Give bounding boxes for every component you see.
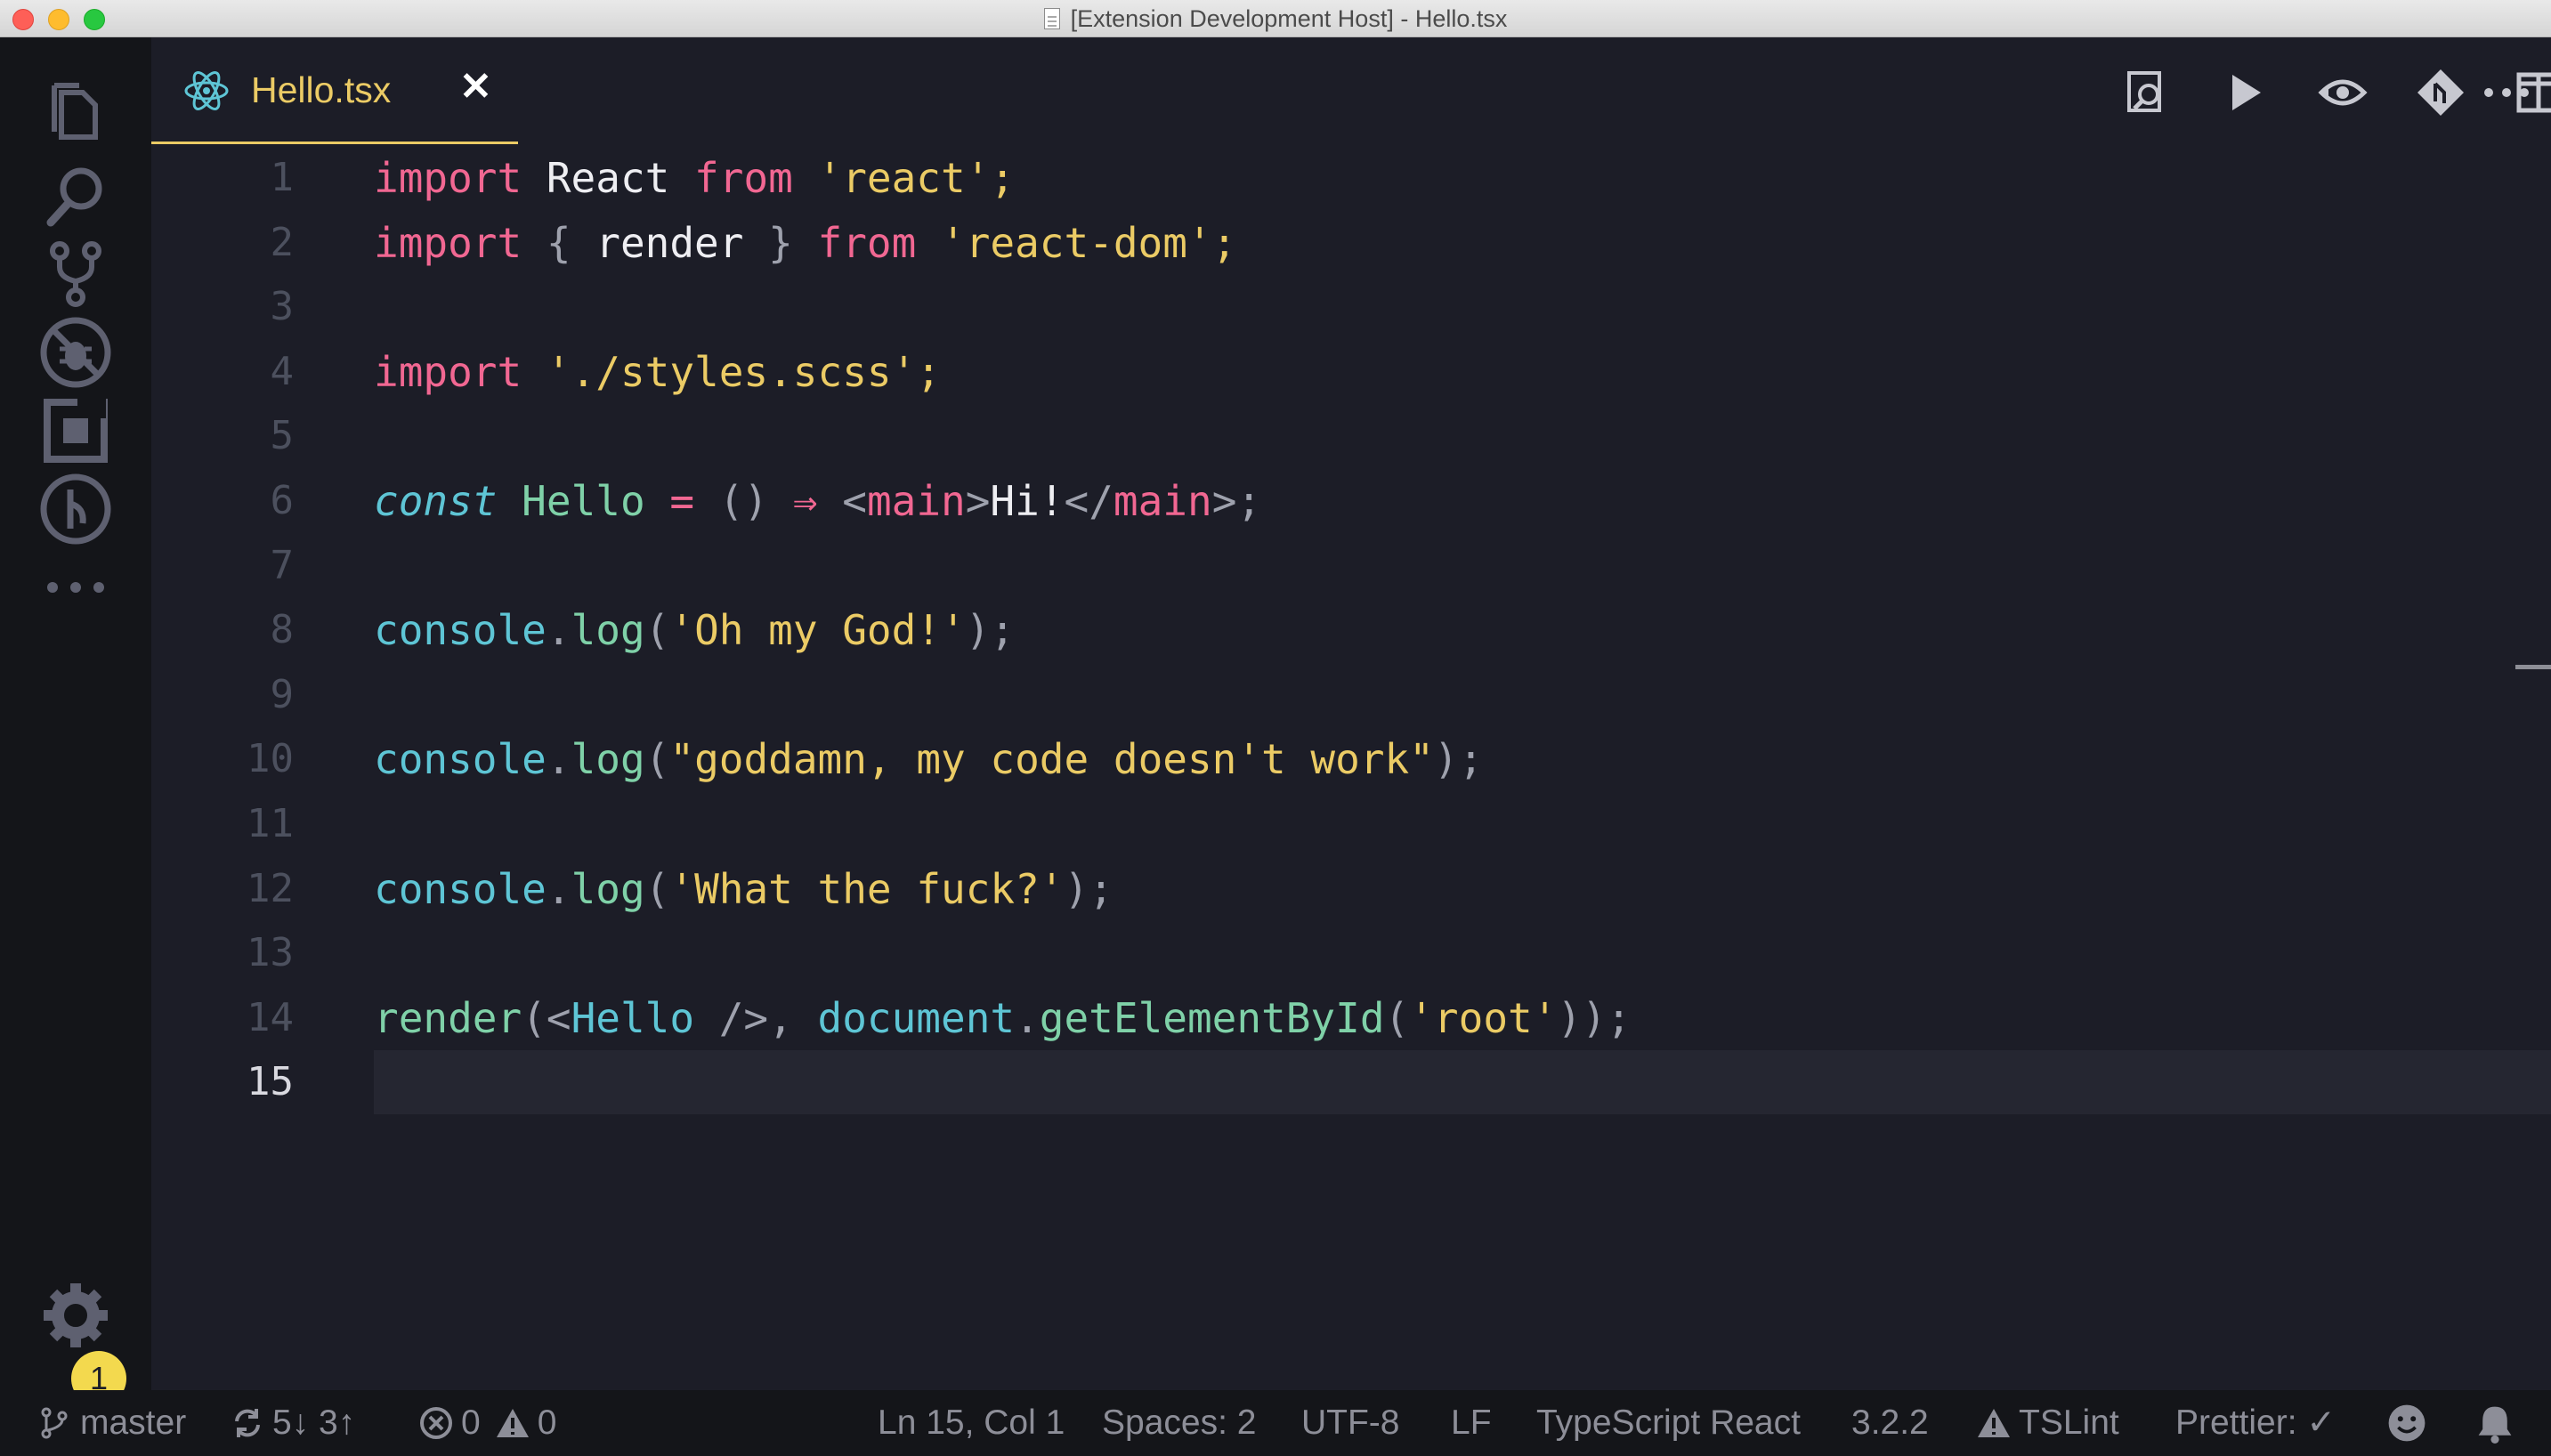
linter-label: TSLint: [2019, 1403, 2119, 1442]
line-number: 5: [270, 413, 295, 459]
language-mode[interactable]: TypeScript React: [1536, 1390, 1801, 1456]
line-number: 1: [270, 155, 295, 200]
more-icon[interactable]: [29, 541, 122, 634]
tab-bar: Hello.tsx ✕: [151, 37, 2551, 146]
more-actions-icon[interactable]: [2476, 62, 2537, 123]
error-icon: [420, 1407, 452, 1439]
branch-indicator[interactable]: master: [37, 1390, 186, 1456]
line-number: 11: [247, 801, 294, 846]
sync-icon: [235, 1409, 260, 1437]
open-changes-icon[interactable]: [2312, 62, 2373, 123]
line-number: 8: [270, 607, 295, 653]
branch-name: master: [80, 1403, 187, 1442]
code-line-1: import React from 'react';: [374, 154, 1016, 202]
problems-indicator[interactable]: 0 0: [418, 1390, 556, 1456]
line-number: 12: [247, 865, 294, 911]
line-number: 14: [247, 994, 294, 1040]
code-editor[interactable]: 1 2 3 4 5 6 7 8 9 10 11 12 13 14 15 impo…: [151, 146, 2551, 1390]
tab-hello-tsx[interactable]: Hello.tsx ✕: [151, 37, 518, 144]
code-line-2: import { render } from 'react-dom';: [374, 218, 1237, 267]
end-of-line[interactable]: LF: [1451, 1390, 1492, 1456]
notifications-bell-icon[interactable]: [2474, 1390, 2515, 1456]
feedback-icon[interactable]: [2385, 1390, 2428, 1456]
cursor-position[interactable]: Ln 15, Col 1: [878, 1390, 1065, 1456]
sync-counts: 5↓ 3↑: [272, 1403, 356, 1442]
prettier-status[interactable]: Prettier: ✓: [2175, 1390, 2336, 1456]
warning-icon: [496, 1409, 529, 1437]
status-bar: master 5↓ 3↑ 0 0 Ln 15, Col 1 Spaces: 2 …: [0, 1390, 2551, 1456]
tab-label: Hello.tsx: [251, 69, 392, 110]
run-icon[interactable]: [2215, 62, 2275, 123]
code-line-6: const Hello = () ⇒ <main>Hi!</main>;: [374, 477, 1262, 525]
tslint-status[interactable]: TSLint: [1976, 1390, 2119, 1456]
code-line-12: console.log('What the fuck?');: [374, 864, 1114, 913]
current-line-highlight: [374, 1050, 2551, 1114]
code-line-4: import './styles.scss';: [374, 347, 941, 396]
line-number: 10: [247, 736, 294, 782]
line-number-active: 15: [247, 1059, 294, 1105]
indentation[interactable]: Spaces: 2: [1102, 1390, 1256, 1456]
document-icon: [1043, 8, 1060, 29]
line-number: 2: [270, 219, 295, 265]
overview-ruler-cursor: [2515, 665, 2551, 669]
title-bar: [Extension Development Host] - Hello.tsx: [0, 0, 2551, 37]
react-file-icon: [184, 71, 229, 110]
git-branch-icon: [41, 1407, 68, 1439]
warning-icon: [1978, 1409, 2010, 1437]
code-line-8: console.log('Oh my God!');: [374, 606, 1016, 655]
close-tab-icon[interactable]: ✕: [459, 64, 492, 109]
line-number: 4: [270, 348, 295, 394]
line-number: 6: [270, 478, 295, 523]
line-number: 13: [247, 930, 294, 976]
window-title: [Extension Development Host] - Hello.tsx: [1070, 4, 1508, 32]
line-number: 7: [270, 542, 295, 588]
sync-indicator[interactable]: 5↓ 3↑: [230, 1390, 355, 1456]
typescript-version[interactable]: 3.2.2: [1851, 1390, 1929, 1456]
activity-bar: 1: [0, 37, 151, 1406]
encoding[interactable]: UTF-8: [1301, 1390, 1400, 1456]
gear-icon[interactable]: [29, 1269, 122, 1362]
files-icon[interactable]: [29, 66, 122, 158]
warning-count: 0: [537, 1403, 557, 1442]
code-line-10: console.log("goddamn, my code doesn't wo…: [374, 735, 1484, 784]
error-count: 0: [461, 1403, 481, 1442]
git-compare-icon[interactable]: [2410, 62, 2471, 123]
line-number: 3: [270, 284, 295, 330]
line-number: 9: [270, 671, 295, 717]
code-line-14: render(<Hello />, document.getElementByI…: [374, 993, 1632, 1042]
find-in-preview-icon[interactable]: [2117, 62, 2177, 123]
